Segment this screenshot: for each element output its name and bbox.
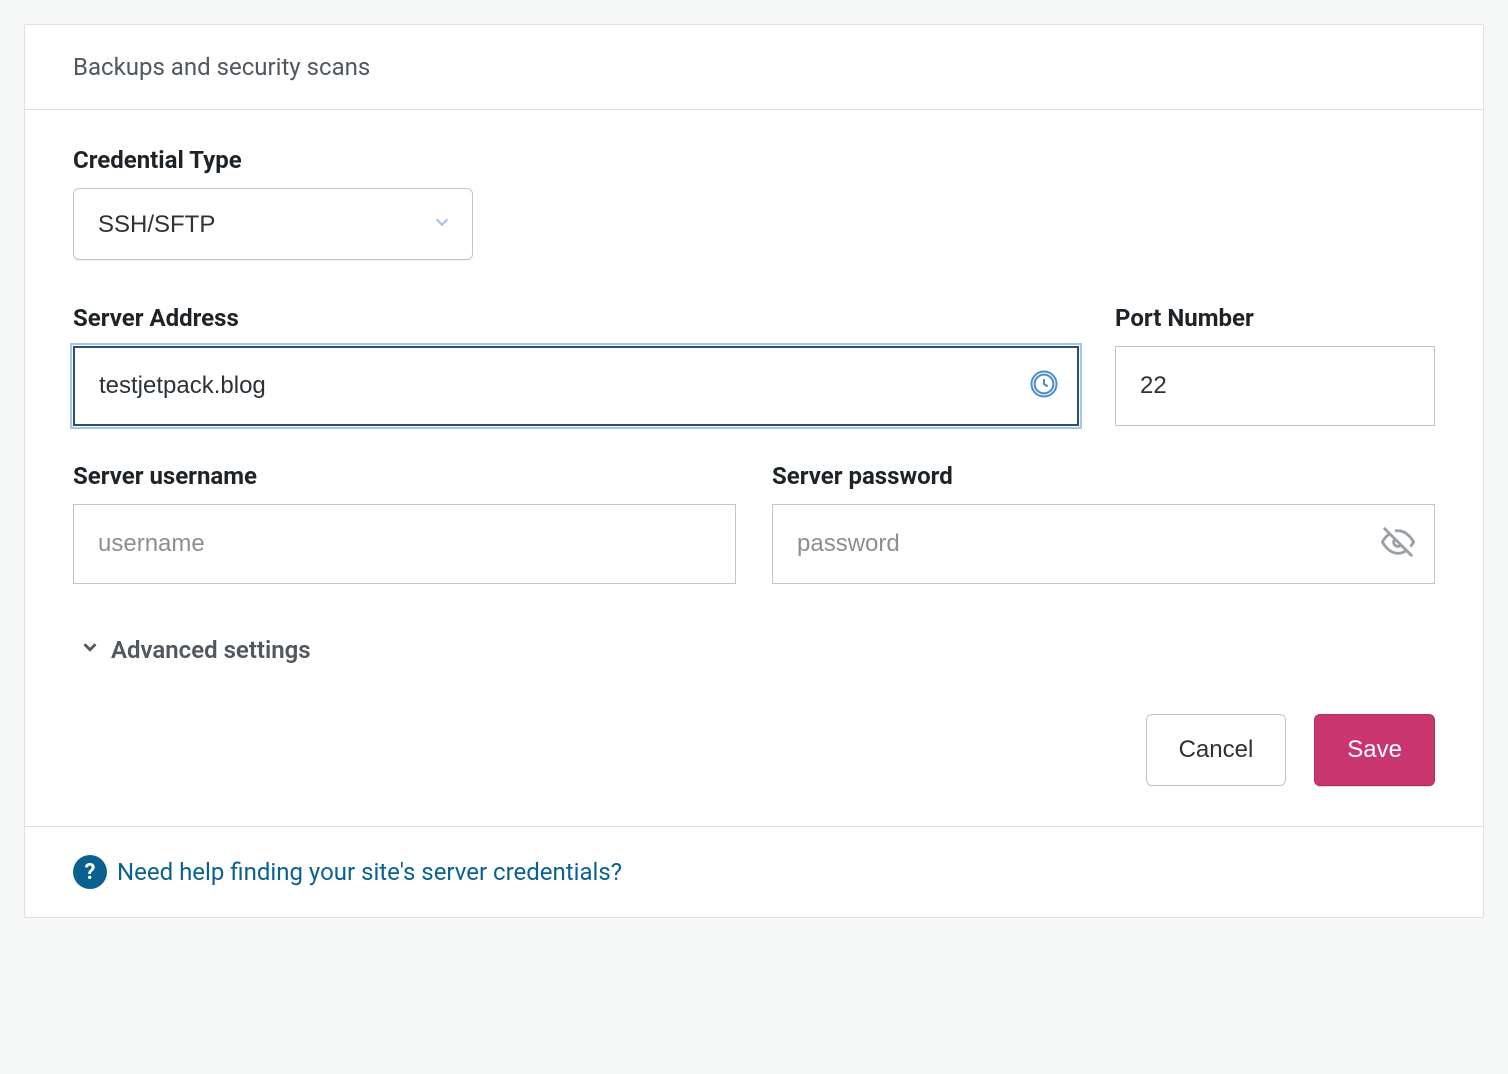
password-input[interactable] bbox=[772, 504, 1435, 584]
credential-type-select-wrap: SSH/SFTP bbox=[73, 188, 473, 260]
username-label: Server username bbox=[73, 462, 736, 490]
chevron-down-icon bbox=[79, 636, 101, 664]
help-link[interactable]: ? Need help finding your site's server c… bbox=[73, 855, 622, 889]
help-icon: ? bbox=[73, 855, 107, 889]
password-field: Server password bbox=[772, 462, 1435, 584]
password-input-wrap bbox=[772, 504, 1435, 584]
credential-type-select[interactable]: SSH/SFTP bbox=[73, 188, 473, 260]
card-header: Backups and security scans bbox=[25, 25, 1483, 110]
row-server-port: Server Address Port Number bbox=[73, 304, 1435, 426]
history-icon[interactable] bbox=[1029, 369, 1059, 403]
server-address-input-wrap bbox=[73, 346, 1079, 426]
password-label: Server password bbox=[772, 462, 1435, 490]
username-input[interactable] bbox=[73, 504, 736, 584]
help-link-text: Need help finding your site's server cre… bbox=[117, 858, 622, 886]
row-credentials: Server username Server password bbox=[73, 462, 1435, 584]
credential-type-label: Credential Type bbox=[73, 146, 1435, 174]
card-footer: ? Need help finding your site's server c… bbox=[25, 826, 1483, 917]
server-address-label: Server Address bbox=[73, 304, 1079, 332]
port-number-label: Port Number bbox=[1115, 304, 1435, 332]
username-field: Server username bbox=[73, 462, 736, 584]
card-title: Backups and security scans bbox=[73, 53, 370, 81]
cancel-button[interactable]: Cancel bbox=[1146, 714, 1287, 786]
server-address-field: Server Address bbox=[73, 304, 1079, 426]
server-address-input[interactable] bbox=[73, 346, 1079, 426]
advanced-settings-label: Advanced settings bbox=[111, 636, 311, 664]
form-actions: Cancel Save bbox=[73, 714, 1435, 786]
save-button[interactable]: Save bbox=[1314, 714, 1435, 786]
advanced-settings-toggle[interactable]: Advanced settings bbox=[73, 636, 311, 664]
settings-card: Backups and security scans Credential Ty… bbox=[24, 24, 1484, 918]
visibility-off-icon[interactable] bbox=[1381, 525, 1415, 563]
card-body: Credential Type SSH/SFTP Server Address bbox=[25, 110, 1483, 826]
port-number-input[interactable] bbox=[1115, 346, 1435, 426]
port-number-field: Port Number bbox=[1115, 304, 1435, 426]
